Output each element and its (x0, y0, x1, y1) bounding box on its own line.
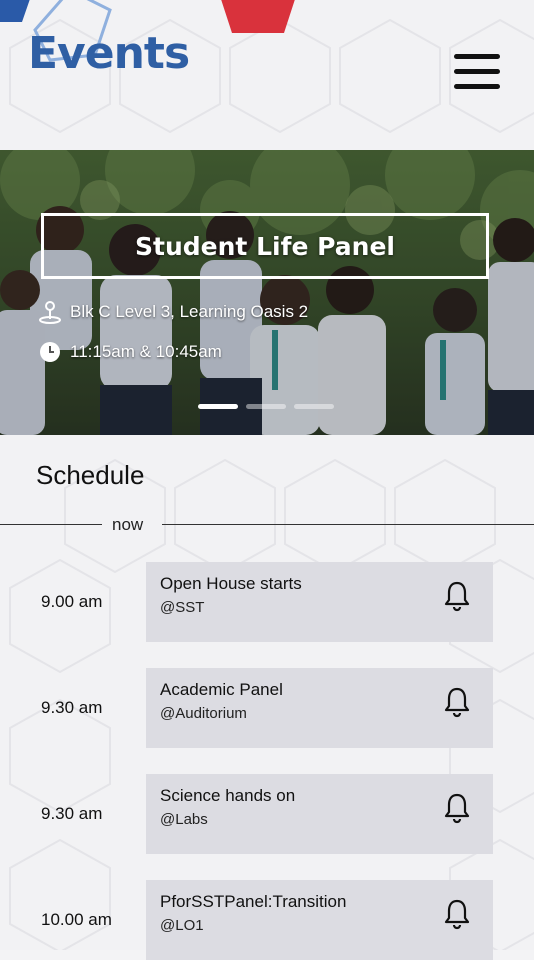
carousel-dot[interactable] (294, 404, 334, 409)
menu-bar (454, 54, 500, 59)
schedule-event-name: Academic Panel (160, 680, 283, 699)
schedule-time: 10.00 am (41, 910, 112, 929)
event-location-text: Blk C Level 3, Learning Oasis 2 (70, 302, 309, 321)
bell-icon[interactable] (442, 792, 472, 824)
schedule-event-venue: @SST (160, 599, 205, 616)
now-label: now (112, 515, 144, 534)
banner-title-box[interactable]: Student Life Panel (41, 213, 489, 279)
schedule-row: 9.00 am Open House starts @SST (0, 562, 534, 642)
carousel-dot[interactable] (246, 404, 286, 409)
event-location: Blk C Level 3, Learning Oasis 2 (38, 300, 308, 324)
carousel-pagination (198, 404, 338, 410)
hamburger-menu-icon[interactable] (452, 52, 502, 92)
banner-photo (0, 150, 534, 435)
schedule-time: 9.00 am (41, 592, 103, 611)
banner-title: Student Life Panel (135, 231, 395, 261)
schedule-card[interactable]: PforSSTPanel:Transition @LO1 (146, 880, 493, 960)
header: Events (0, 0, 534, 150)
schedule-row: 10.00 am PforSSTPanel:Transition @LO1 (0, 880, 534, 960)
schedule-card[interactable]: Science hands on @Labs (146, 774, 493, 854)
page-title: Events (28, 28, 190, 79)
carousel-dot-active[interactable] (198, 404, 238, 409)
clock-icon (40, 342, 60, 362)
schedule-event-name: PforSSTPanel:Transition (160, 892, 347, 911)
location-pin-icon (39, 301, 61, 324)
event-time-text: 11:15am & 10:45am (70, 342, 222, 361)
schedule-event-venue: @Labs (160, 811, 208, 828)
schedule-time: 9.30 am (41, 698, 103, 717)
now-divider (0, 524, 534, 526)
menu-bar (454, 84, 500, 89)
schedule-event-venue: @Auditorium (160, 705, 247, 722)
schedule-event-name: Open House starts (160, 574, 302, 593)
schedule-heading: Schedule (36, 460, 145, 490)
bell-icon[interactable] (442, 580, 472, 612)
schedule-row: 9.30 am Academic Panel @Auditorium (0, 668, 534, 748)
now-line-left (0, 524, 102, 525)
now-line-right (162, 524, 534, 525)
schedule-row: 9.30 am Science hands on @Labs (0, 774, 534, 854)
schedule-card[interactable]: Academic Panel @Auditorium (146, 668, 493, 748)
bell-icon[interactable] (442, 686, 472, 718)
event-banner-carousel[interactable]: Student Life Panel Blk C Level 3, Learni… (0, 150, 534, 435)
event-time: 11:15am & 10:45am (38, 340, 222, 364)
menu-bar (454, 69, 500, 74)
schedule-time: 9.30 am (41, 804, 103, 823)
bell-icon[interactable] (442, 898, 472, 930)
schedule-event-venue: @LO1 (160, 917, 204, 934)
schedule-card[interactable]: Open House starts @SST (146, 562, 493, 642)
schedule-event-name: Science hands on (160, 786, 296, 805)
